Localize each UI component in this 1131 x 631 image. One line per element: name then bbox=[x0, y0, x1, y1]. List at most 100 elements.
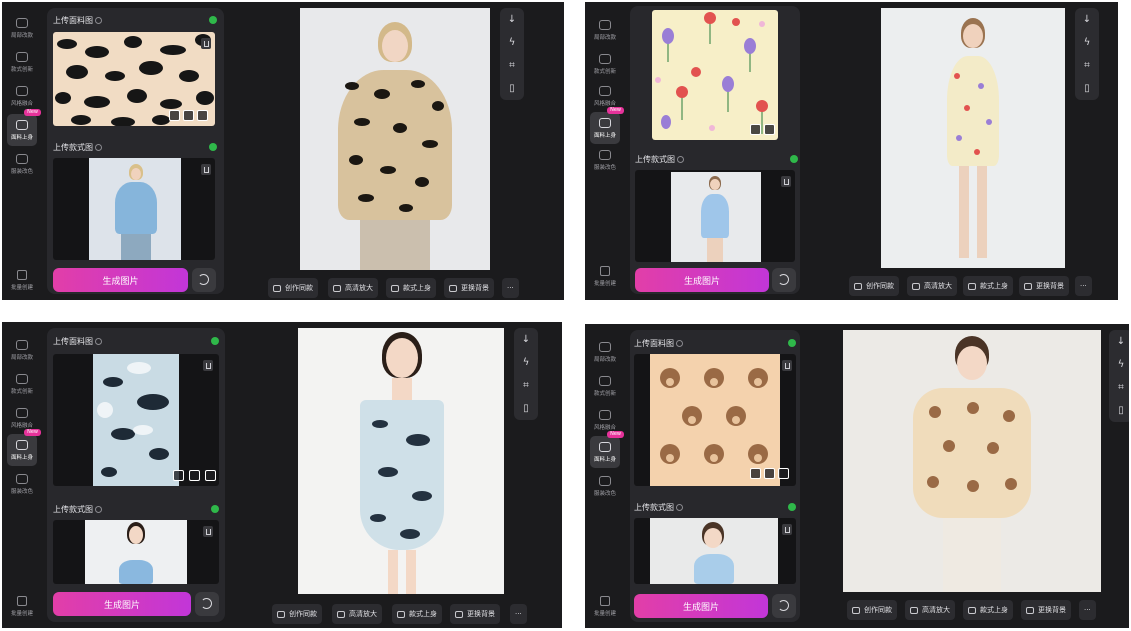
download-icon[interactable]: ↓ bbox=[1081, 14, 1093, 26]
crop-icon[interactable] bbox=[750, 124, 761, 135]
trash-icon[interactable]: ▯ bbox=[520, 403, 532, 415]
sidebar-item-local-edit[interactable]: 局部改款 bbox=[7, 334, 37, 366]
sidebar-item-recolor[interactable]: 服装改色 bbox=[590, 470, 620, 502]
action-change-bg[interactable]: 更换背景 bbox=[450, 604, 500, 624]
help-icon[interactable] bbox=[95, 144, 102, 151]
action-upscale[interactable]: 高清放大 bbox=[332, 604, 382, 624]
fabric-image[interactable] bbox=[53, 354, 219, 486]
reset-button[interactable] bbox=[772, 594, 796, 618]
generate-button[interactable]: 生成图片 bbox=[53, 592, 191, 616]
sidebar-item-local-edit[interactable]: 局部改款 bbox=[590, 14, 620, 46]
help-icon[interactable] bbox=[95, 338, 102, 345]
fit-icon[interactable] bbox=[189, 470, 200, 481]
sidebar-item-local-edit[interactable]: 局部改款 bbox=[7, 12, 37, 44]
fit-icon[interactable] bbox=[183, 110, 194, 121]
more-button[interactable]: ··· bbox=[1075, 276, 1092, 296]
flash-icon[interactable]: ϟ bbox=[520, 357, 532, 369]
trash-icon[interactable]: ▯ bbox=[1115, 405, 1127, 417]
sidebar-item-style-innovation[interactable]: 款式创新 bbox=[590, 48, 620, 80]
flash-icon[interactable]: ϟ bbox=[506, 37, 518, 49]
batch-create-button[interactable]: 批量创建 bbox=[7, 592, 37, 620]
sidebar-item-fabric-onbody[interactable]: New 面料上身 bbox=[7, 109, 41, 146]
download-icon[interactable]: ↓ bbox=[520, 334, 532, 346]
result-image[interactable] bbox=[300, 8, 490, 270]
sidebar-item-fabric-onbody[interactable]: New 面料上身 bbox=[590, 431, 624, 468]
delete-fabric-icon[interactable] bbox=[782, 360, 792, 371]
help-icon[interactable] bbox=[676, 340, 683, 347]
download-icon[interactable]: ↓ bbox=[1115, 336, 1127, 348]
delete-style-icon[interactable] bbox=[203, 526, 213, 537]
action-style-onbody[interactable]: 款式上身 bbox=[963, 600, 1013, 620]
style-image[interactable] bbox=[53, 158, 215, 260]
image-icon[interactable] bbox=[197, 110, 208, 121]
crop-icon[interactable] bbox=[750, 468, 761, 479]
sidebar-item-style-innovation[interactable]: 款式创新 bbox=[7, 46, 37, 78]
style-image[interactable] bbox=[53, 520, 219, 584]
image-icon[interactable] bbox=[205, 470, 216, 481]
more-button[interactable]: ··· bbox=[1079, 600, 1096, 620]
fabric-image[interactable] bbox=[652, 10, 778, 140]
image-icon[interactable] bbox=[778, 468, 789, 479]
generate-button[interactable]: 生成图片 bbox=[635, 268, 769, 292]
crop-scan-icon[interactable]: ⌗ bbox=[1115, 382, 1127, 394]
action-style-onbody[interactable]: 款式上身 bbox=[963, 276, 1013, 296]
generate-button[interactable]: 生成图片 bbox=[634, 594, 768, 618]
delete-fabric-icon[interactable] bbox=[203, 360, 213, 371]
delete-style-icon[interactable] bbox=[782, 524, 792, 535]
action-change-bg[interactable]: 更换背景 bbox=[1021, 600, 1071, 620]
action-create-same[interactable]: 创作同款 bbox=[268, 278, 318, 298]
fit-icon[interactable] bbox=[764, 124, 775, 135]
help-icon[interactable] bbox=[677, 156, 684, 163]
result-image[interactable] bbox=[881, 8, 1065, 268]
delete-fabric-icon[interactable] bbox=[201, 38, 211, 49]
flash-icon[interactable]: ϟ bbox=[1115, 359, 1127, 371]
batch-create-button[interactable]: 批量创建 bbox=[590, 262, 620, 290]
crop-scan-icon[interactable]: ⌗ bbox=[1081, 60, 1093, 72]
action-upscale[interactable]: 高清放大 bbox=[905, 600, 955, 620]
sidebar-item-fabric-onbody[interactable]: New 面料上身 bbox=[590, 107, 624, 144]
sidebar-item-recolor[interactable]: 服装改色 bbox=[7, 148, 37, 180]
action-create-same[interactable]: 创作同款 bbox=[847, 600, 897, 620]
style-image[interactable] bbox=[635, 170, 795, 262]
action-create-same[interactable]: 创作同款 bbox=[849, 276, 899, 296]
action-change-bg[interactable]: 更换背景 bbox=[1019, 276, 1069, 296]
flash-icon[interactable]: ϟ bbox=[1081, 37, 1093, 49]
reset-button[interactable] bbox=[195, 592, 219, 616]
batch-create-button[interactable]: 批量创建 bbox=[590, 592, 620, 620]
more-button[interactable]: ··· bbox=[510, 604, 527, 624]
action-upscale[interactable]: 高清放大 bbox=[328, 278, 378, 298]
sidebar-item-recolor[interactable]: 服装改色 bbox=[7, 468, 37, 500]
help-icon[interactable] bbox=[95, 17, 102, 24]
trash-icon[interactable]: ▯ bbox=[506, 83, 518, 95]
more-button[interactable]: ··· bbox=[502, 278, 519, 298]
crop-icon[interactable] bbox=[169, 110, 180, 121]
result-image[interactable] bbox=[298, 328, 504, 594]
fabric-image[interactable] bbox=[53, 32, 215, 126]
style-image[interactable] bbox=[634, 518, 796, 584]
download-icon[interactable]: ↓ bbox=[506, 14, 518, 26]
fabric-image[interactable] bbox=[634, 354, 796, 486]
crop-icon[interactable] bbox=[173, 470, 184, 481]
help-icon[interactable] bbox=[676, 504, 683, 511]
reset-button[interactable] bbox=[772, 268, 796, 292]
sidebar-item-local-edit[interactable]: 局部改款 bbox=[590, 336, 620, 368]
action-style-onbody[interactable]: 款式上身 bbox=[386, 278, 436, 298]
delete-style-icon[interactable] bbox=[781, 176, 791, 187]
help-icon[interactable] bbox=[95, 506, 102, 513]
result-image[interactable] bbox=[843, 330, 1101, 592]
sidebar-item-style-fusion[interactable]: 风格融合 bbox=[7, 80, 37, 112]
reset-button[interactable] bbox=[192, 268, 216, 292]
crop-scan-icon[interactable]: ⌗ bbox=[506, 60, 518, 72]
action-change-bg[interactable]: 更换背景 bbox=[444, 278, 494, 298]
crop-scan-icon[interactable]: ⌗ bbox=[520, 380, 532, 392]
delete-style-icon[interactable] bbox=[201, 164, 211, 175]
action-upscale[interactable]: 高清放大 bbox=[907, 276, 957, 296]
sidebar-item-style-innovation[interactable]: 款式创新 bbox=[590, 370, 620, 402]
batch-create-button[interactable]: 批量创建 bbox=[7, 266, 37, 294]
generate-button[interactable]: 生成图片 bbox=[53, 268, 188, 292]
sidebar-item-recolor[interactable]: 服装改色 bbox=[590, 144, 620, 176]
action-style-onbody[interactable]: 款式上身 bbox=[392, 604, 442, 624]
fit-icon[interactable] bbox=[764, 468, 775, 479]
trash-icon[interactable]: ▯ bbox=[1081, 83, 1093, 95]
sidebar-item-fabric-onbody[interactable]: New 面料上身 bbox=[7, 429, 41, 466]
